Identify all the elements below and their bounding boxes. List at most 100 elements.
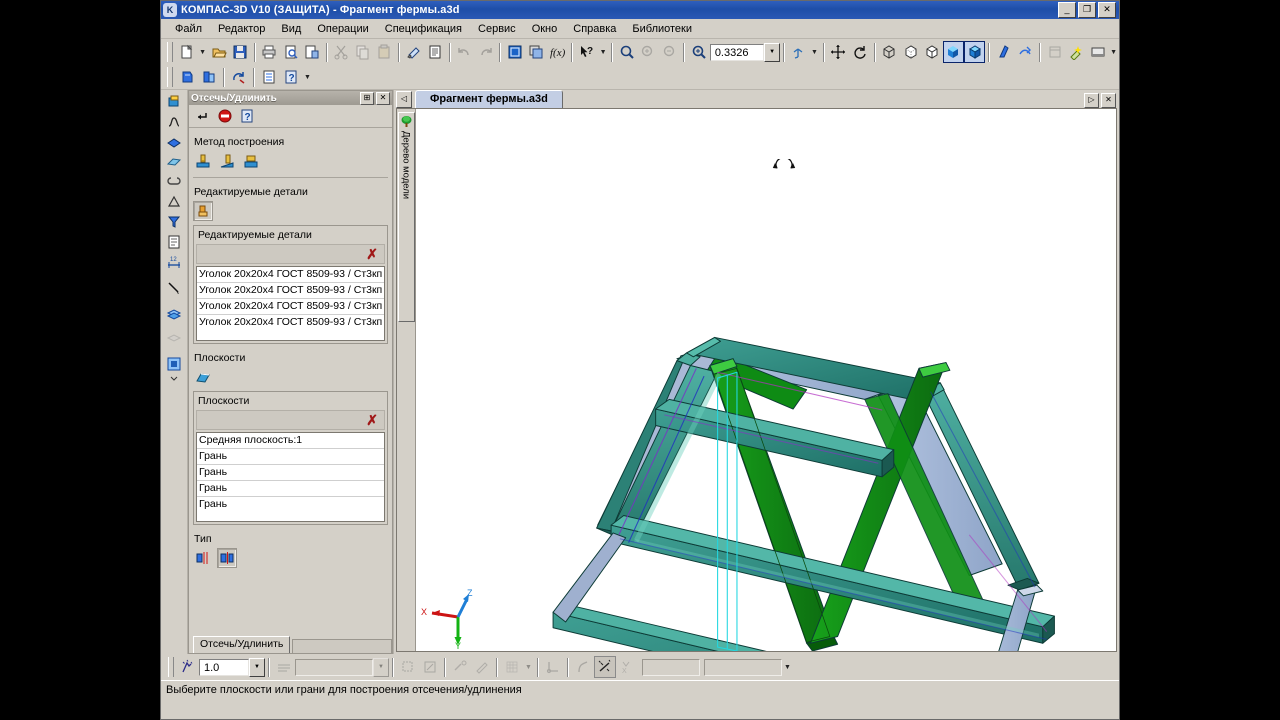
new-document-dropdown-icon[interactable]: ▼ [197,41,208,63]
compact-toolbar-more-icon[interactable] [163,374,185,384]
list-item[interactable]: Грань [197,449,384,465]
list-item[interactable]: Грань [197,481,384,497]
list-item[interactable]: Уголок 20x20x4 ГОСТ 8509-93 / Ст3кп [197,315,384,330]
wireframe-icon[interactable] [879,41,900,63]
print-preview-icon[interactable] [280,41,301,63]
menu-operations[interactable]: Операции [309,22,376,36]
perspective-icon[interactable] [993,41,1014,63]
layer-combo[interactable] [295,658,373,676]
whats-this-help-icon[interactable]: ? [576,41,597,63]
manager-document-icon[interactable] [504,41,525,63]
parts-list[interactable]: Уголок 20x20x4 ГОСТ 8509-93 / Ст3кп Угол… [196,266,385,341]
print-icon[interactable] [259,41,280,63]
type-one-side-icon[interactable] [193,548,213,568]
toolbar-grip-2[interactable] [167,67,173,87]
menu-editor[interactable]: Редактор [210,22,273,36]
minimize-button[interactable]: _ [1058,2,1076,18]
display-settings-icon[interactable] [1087,41,1108,63]
help-query-icon[interactable]: ? [280,66,302,88]
dimension-icon[interactable]: 12 [163,252,185,272]
shaded-icon[interactable] [942,41,965,63]
close-button[interactable]: ✕ [1098,2,1116,18]
format-painter-icon[interactable] [403,41,424,63]
orientation-dropdown-icon[interactable]: ▼ [809,41,820,63]
snap-point-icon[interactable] [177,656,199,678]
shaded-with-edges-icon[interactable] [964,41,986,63]
properties-icon[interactable] [424,41,445,63]
mate-icon[interactable] [163,172,185,192]
variables-fx-icon[interactable]: f(x) [547,41,568,63]
parts-clear-icon[interactable]: ✗ [366,247,378,261]
tab-trim-extend[interactable]: Отсечь/Удлинить [193,636,291,653]
array-icon[interactable] [163,304,185,324]
sketch-line-icon[interactable] [163,278,185,298]
bottom-toolbar-dropdown-icon[interactable]: ▼ [782,656,793,678]
step-input[interactable]: 1.0 [199,658,249,676]
list-item[interactable]: Грань [197,497,384,512]
select-parts-icon[interactable] [193,201,213,221]
specification-icon[interactable] [526,41,547,63]
menu-view[interactable]: Вид [273,22,309,36]
insert-assembly-icon[interactable] [198,66,220,88]
parts-clear-row[interactable]: ✗ [196,244,385,264]
library-icon[interactable] [163,354,185,374]
type-both-sides-icon[interactable] [217,548,237,568]
hidden-lines-thin-icon[interactable] [900,41,921,63]
page-setup-icon[interactable] [301,41,322,63]
save-icon[interactable] [229,41,250,63]
plane-icon[interactable] [163,152,185,172]
document-close-button[interactable]: ✕ [1101,93,1116,108]
help-dropdown-icon[interactable]: ▼ [598,41,609,63]
menu-libraries[interactable]: Библиотеки [624,22,700,36]
no-hidden-lines-icon[interactable] [921,41,942,63]
list-item[interactable]: Уголок 20x20x4 ГОСТ 8509-93 / Ст3кп [197,299,384,315]
display-dropdown-icon[interactable]: ▼ [1108,41,1119,63]
rebuild-icon[interactable] [228,66,250,88]
rotate-icon[interactable] [849,41,870,63]
edit-part-icon[interactable] [163,92,185,112]
new-document-icon[interactable] [176,41,197,63]
step-dropdown-icon[interactable]: ▼ [249,657,265,677]
list-icon[interactable] [258,66,280,88]
menu-specification[interactable]: Спецификация [377,22,470,36]
light-icon[interactable] [1065,41,1086,63]
toolbar-grip[interactable] [167,42,173,62]
pan-icon[interactable] [828,41,849,63]
create-object-icon[interactable] [192,105,214,127]
pin-button[interactable]: ⊞ [360,91,374,105]
list-item[interactable]: Уголок 20x20x4 ГОСТ 8509-93 / Ст3кп [197,283,384,299]
list-item[interactable]: Уголок 20x20x4 ГОСТ 8509-93 / Ст3кп [197,267,384,283]
surface-icon[interactable] [163,132,185,152]
spatial-curve-icon[interactable] [163,112,185,132]
filter-icon[interactable] [163,212,185,232]
list-item[interactable]: Грань [197,465,384,481]
menu-help[interactable]: Справка [565,22,624,36]
select-plane-icon[interactable] [193,367,213,387]
snap-settings-icon[interactable] [594,656,616,678]
document-restore-button[interactable]: ▷ [1084,93,1099,108]
model-tree-tab[interactable]: Дерево модели [397,112,415,322]
method-trim-angle-icon[interactable] [217,151,237,171]
zoom-scale-input[interactable]: 0.3326 [709,43,765,61]
restore-button[interactable]: ❐ [1078,2,1096,18]
document-tab[interactable]: Фрагмент фермы.a3d [415,90,563,108]
method-trim-by-plane-icon[interactable] [193,151,213,171]
measure-icon[interactable] [163,192,185,212]
3d-viewport[interactable]: X Y Z [416,109,1116,651]
spec-object-icon[interactable] [163,232,185,252]
menu-service[interactable]: Сервис [470,22,524,36]
zoom-window-icon[interactable] [616,41,637,63]
coordinate-field-1[interactable] [642,658,700,676]
bottom-toolbar-grip[interactable] [168,657,174,677]
section-icon[interactable] [1015,41,1036,63]
menu-file[interactable]: Файл [167,22,210,36]
method-extend-icon[interactable] [241,151,261,171]
orientation-icon[interactable] [788,41,809,63]
coordinate-field-2[interactable] [704,658,782,676]
planes-list[interactable]: Средняя плоскость:1 Грань Грань Грань Гр… [196,432,385,522]
planes-clear-row[interactable]: ✗ [196,410,385,430]
planes-clear-icon[interactable]: ✗ [366,413,378,427]
help-icon[interactable]: ? [236,105,258,127]
zoom-scale-icon[interactable] [688,41,709,63]
tab-scroll-left-icon[interactable]: ◁ [396,91,412,108]
